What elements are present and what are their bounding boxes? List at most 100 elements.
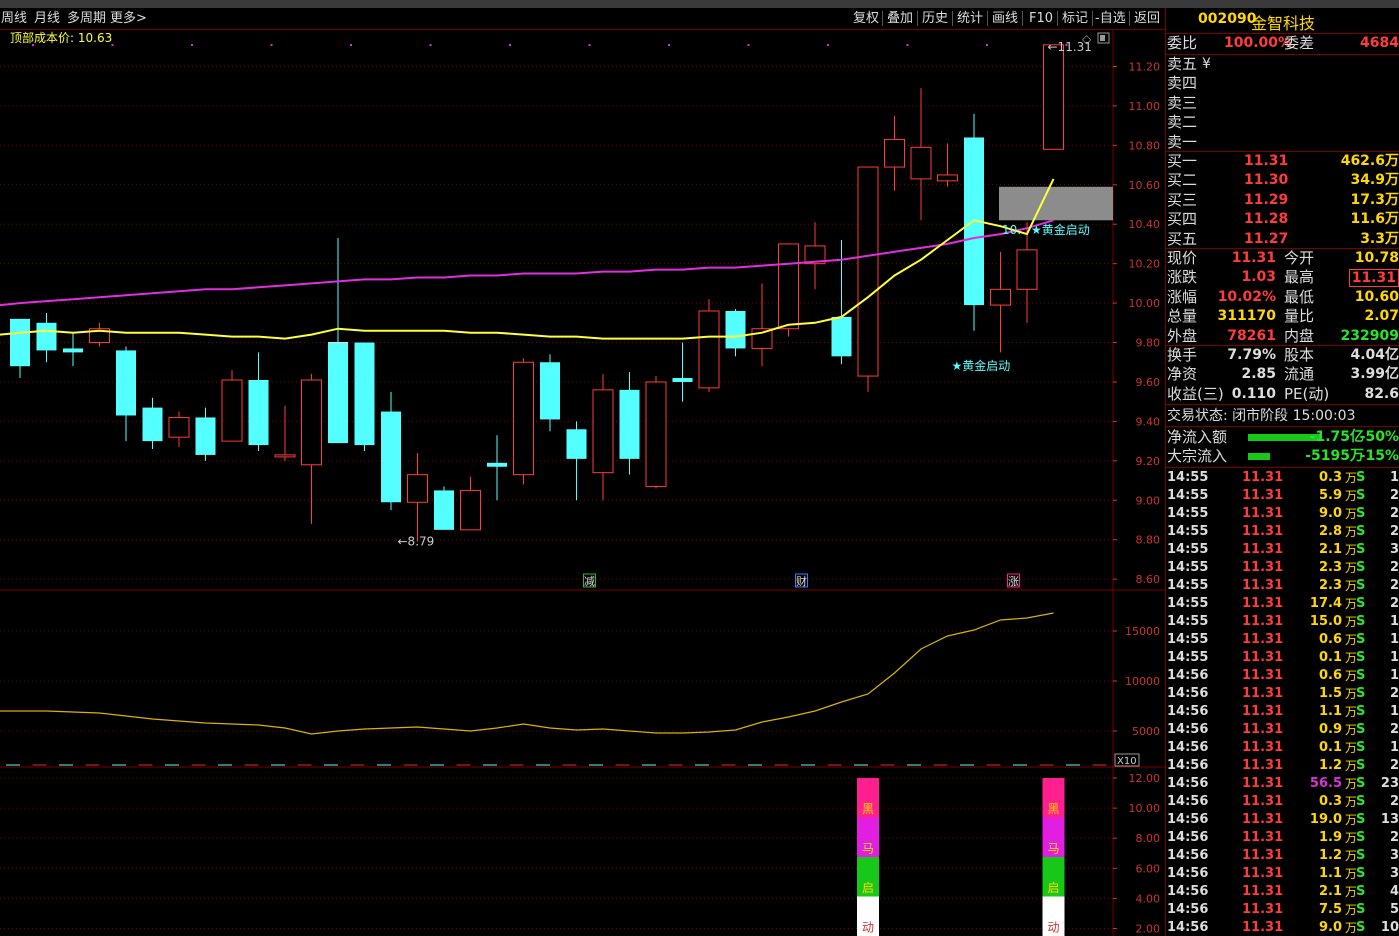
top-dot-marker	[191, 44, 193, 46]
btn-overlay[interactable]: 叠加	[887, 8, 913, 29]
tick-count: 10	[1380, 920, 1399, 935]
tick-side: S	[1356, 668, 1366, 683]
tick-time: 14:55	[1167, 524, 1209, 539]
tick-side: S	[1356, 542, 1366, 557]
ask-row: 卖五 ¥	[1166, 55, 1399, 74]
candle-body-down	[36, 322, 57, 351]
tick-price: 11.31	[1242, 650, 1284, 665]
flow-row: 净流入额 -1.75亿 -50%	[1166, 428, 1399, 447]
event-marker: 财	[796, 574, 807, 588]
tick-count: 1	[1389, 704, 1399, 719]
tick-time: 14:55	[1167, 614, 1209, 629]
tick-side: S	[1356, 632, 1366, 647]
tick-volume: 2.3	[1318, 578, 1342, 593]
tab-weekly[interactable]: 周线	[1, 8, 27, 29]
tick-price: 11.31	[1242, 542, 1284, 557]
chart-area[interactable]: 11.20 11.00 10.80 10.60 10.40 10.20 10.00 9.80 9…	[0, 29, 1165, 936]
tick-price: 11.31	[1242, 596, 1284, 611]
tick-volume: 1.1	[1318, 704, 1342, 719]
stock-code: 002090	[1198, 11, 1257, 27]
top-dot-marker	[111, 44, 114, 46]
ask-row: 卖三	[1166, 94, 1399, 113]
indicator-bar-char: 启	[862, 881, 874, 895]
kline-chart[interactable]: 11.20 11.00 10.80 10.60 10.40 10.20 10.00 9.80 9…	[0, 29, 1165, 936]
tick-row: 14:55 11.31 9.0 万 S 2	[1166, 505, 1399, 523]
candle-body-down	[195, 417, 216, 455]
tab-more[interactable]: 更多>	[110, 8, 147, 29]
tick-time: 14:56	[1167, 902, 1209, 917]
tick-time: 14:56	[1167, 704, 1209, 719]
quote-label: 涨跌	[1167, 268, 1198, 287]
quote-row: 现价 11.31 今开 10.78	[1166, 249, 1399, 268]
indicator-bar-char: 马	[862, 841, 874, 855]
tick-count: 2	[1389, 506, 1399, 521]
tick-price: 11.31	[1242, 758, 1284, 773]
tick-row: 14:55 11.31 2.3 万 S 2	[1166, 577, 1399, 595]
stat-value: 7.79%	[1227, 347, 1276, 363]
tick-time: 14:56	[1167, 920, 1209, 935]
tick-row: 14:55 11.31 2.3 万 S 2	[1166, 559, 1399, 577]
weibi-value: 100.00%	[1224, 35, 1293, 51]
tick-time: 14:56	[1167, 830, 1209, 845]
tick-price: 11.31	[1242, 722, 1284, 737]
tick-time: 14:55	[1167, 560, 1209, 575]
tick-side: S	[1356, 524, 1366, 539]
tick-count: 2	[1389, 560, 1399, 575]
candle-body-down	[725, 310, 746, 349]
tick-side: S	[1356, 920, 1366, 935]
btn-statistics[interactable]: 统计	[957, 8, 983, 29]
price-tick-label: 9.80	[1136, 337, 1161, 350]
indicator-bar-char: 黑	[862, 802, 874, 816]
tick-row: 14:56 11.31 1.2 万 S 2	[1166, 757, 1399, 775]
tick-time: 14:56	[1167, 776, 1209, 791]
price-tick-label: 8.60	[1136, 573, 1161, 586]
btn-draw-line[interactable]: 画线	[992, 8, 1018, 29]
btn-fuquan[interactable]: 复权	[853, 8, 879, 29]
btn-back[interactable]: 返回	[1134, 8, 1160, 29]
stat-row: 收益(三) 0.110 PE(动) 82.6	[1166, 385, 1399, 404]
weicha-value: 4684	[1360, 35, 1399, 51]
top-strip	[0, 0, 1399, 8]
tick-count: 23	[1380, 776, 1399, 791]
tick-count: 1	[1389, 470, 1399, 485]
stat-label: 换手	[1167, 346, 1198, 364]
chart-toolbar: 周线 月线 多周期 更多> 复权 叠加 历史 统计 画线 F10 标记 -自选 …	[0, 8, 1165, 30]
btn-remove-watchlist[interactable]: -自选	[1095, 8, 1126, 29]
quote-label: 最高	[1284, 268, 1315, 287]
tick-count: 4	[1389, 884, 1399, 899]
tick-side: S	[1356, 614, 1366, 629]
ask-label: 卖二	[1167, 113, 1198, 132]
tick-volume: 7.5	[1318, 902, 1342, 917]
bid-label: 买二	[1167, 171, 1198, 190]
btn-f10[interactable]: F10	[1029, 8, 1053, 29]
bid-row: 买三 11.29 17.3万	[1166, 191, 1399, 210]
tick-side: S	[1356, 560, 1366, 575]
quote-row: 外盘 78261 内盘 232909	[1166, 327, 1399, 346]
top-dot-marker	[509, 44, 511, 46]
indicator-tick-label: 4.00	[1136, 892, 1161, 905]
tab-multi-period[interactable]: 多周期	[67, 8, 106, 29]
candle-body-down	[63, 348, 83, 353]
btn-history[interactable]: 历史	[922, 8, 948, 29]
tick-time: 14:55	[1167, 542, 1209, 557]
tick-row: 14:56 11.31 56.5 万 S 23	[1166, 775, 1399, 793]
tick-price: 11.31	[1242, 812, 1284, 827]
bid-price: 11.28	[1244, 211, 1289, 228]
tick-row: 14:55 11.31 2.8 万 S 2	[1166, 523, 1399, 541]
btn-mark[interactable]: 标记	[1062, 8, 1088, 29]
ma-short-line	[0, 178, 1055, 340]
bid-row: 买四 11.28 11.6万	[1166, 210, 1399, 229]
high-price-marker: ←11.31	[1048, 40, 1092, 54]
top-dot-marker	[906, 44, 909, 46]
tick-time: 14:56	[1167, 740, 1209, 755]
tick-price: 11.31	[1242, 866, 1284, 881]
tick-row: 14:55 11.31 0.3 万 S 1	[1166, 469, 1399, 487]
candle-body-down	[487, 462, 507, 467]
cost-zone-box	[999, 186, 1113, 221]
indicator-bar-char: 动	[1047, 920, 1059, 934]
tick-price: 11.31	[1242, 794, 1284, 809]
tick-time: 14:56	[1167, 866, 1209, 881]
tab-monthly[interactable]: 月线	[34, 8, 60, 29]
ma-long-line	[0, 219, 1054, 307]
tick-time: 14:56	[1167, 812, 1209, 827]
